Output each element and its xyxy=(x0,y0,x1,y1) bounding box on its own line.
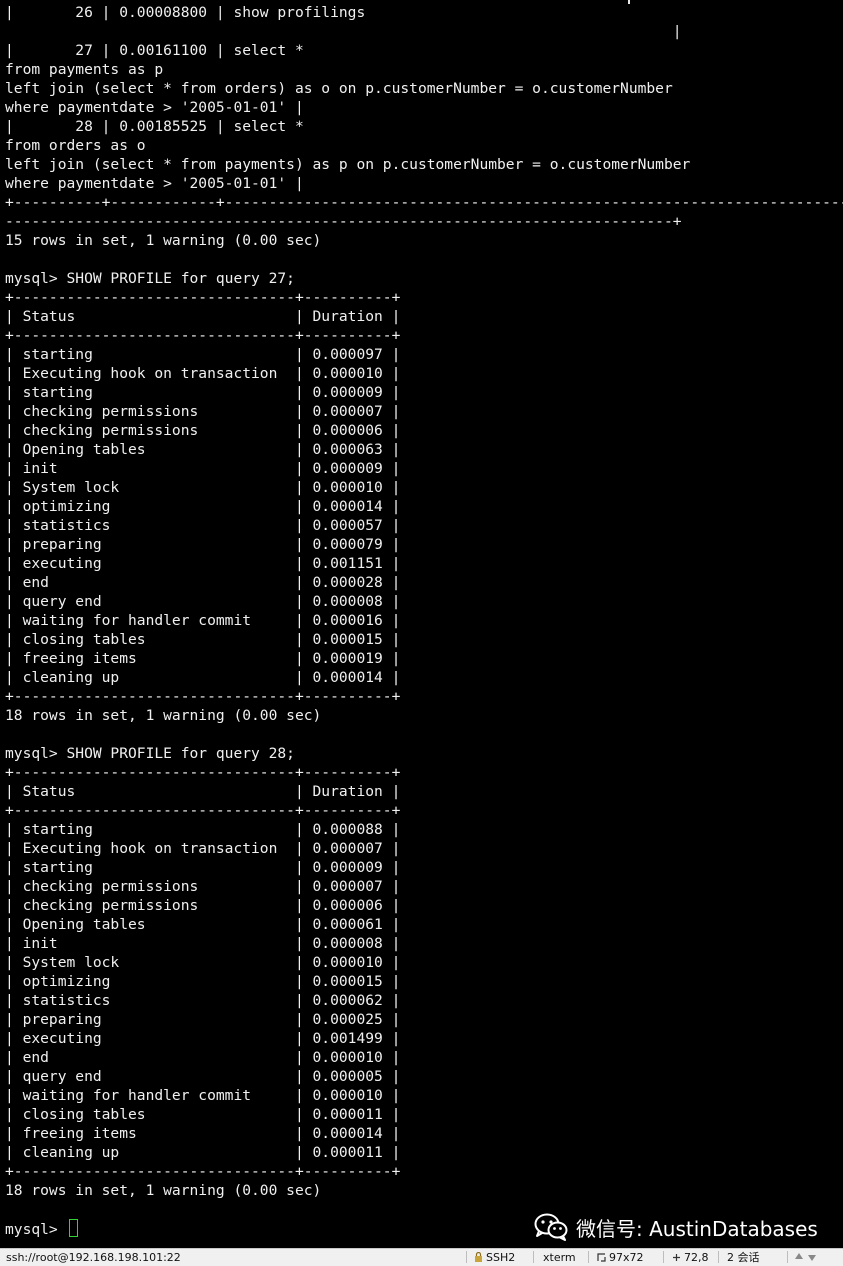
terminal-line: | checking permissions | 0.000007 | xyxy=(5,878,401,895)
terminal-line: | statistics | 0.000057 | xyxy=(5,517,401,534)
terminal-line: | System lock | 0.000010 | xyxy=(5,954,401,971)
terminal-line: | Opening tables | 0.000061 | xyxy=(5,916,401,933)
terminal-line: | starting | 0.000009 | xyxy=(5,384,401,401)
cursor-position-icon xyxy=(672,1252,681,1265)
terminal-line: | end | 0.000028 | xyxy=(5,574,401,591)
terminal-line: | preparing | 0.000079 | xyxy=(5,536,401,553)
wechat-icon xyxy=(534,1213,568,1241)
terminal-line: | init | 0.000009 | xyxy=(5,460,401,477)
terminal-line: +--------------------------------+------… xyxy=(5,327,401,344)
prompt-line[interactable]: mysql> xyxy=(5,1219,78,1238)
terminal-line: | System lock | 0.000010 | xyxy=(5,479,401,496)
terminal-line: 15 rows in set, 1 warning (0.00 sec) xyxy=(5,232,322,249)
status-divider xyxy=(663,1251,664,1263)
terminal-line: | preparing | 0.000025 | xyxy=(5,1011,401,1028)
terminal-line: +--------------------------------+------… xyxy=(5,289,401,306)
terminal-line: mysql> SHOW PROFILE for query 27; xyxy=(5,270,295,287)
cursor-position-label: 72,8 xyxy=(684,1251,709,1264)
terminal-line: ----------------------------------------… xyxy=(5,213,682,230)
terminal-line: where paymentdate > '2005-01-01' | xyxy=(5,175,304,192)
terminal-line: | query end | 0.000008 | xyxy=(5,593,401,610)
terminal-line: +----------+------------+---------------… xyxy=(5,194,843,211)
terminal-line: | starting | 0.000088 | xyxy=(5,821,401,838)
terminal-line: | cleaning up | 0.000014 | xyxy=(5,669,401,686)
status-divider xyxy=(588,1251,589,1263)
terminal-line: +--------------------------------+------… xyxy=(5,688,401,705)
status-sessions: 2 会话 xyxy=(727,1251,760,1264)
terminal-line: | starting | 0.000097 | xyxy=(5,346,401,363)
watermark-text: 微信号: AustinDatabases xyxy=(576,1216,818,1241)
status-divider xyxy=(533,1251,534,1263)
mysql-prompt: mysql> xyxy=(5,1221,67,1238)
terminal-line: | query end | 0.000005 | xyxy=(5,1068,401,1085)
status-divider xyxy=(466,1251,467,1263)
arrow-down-icon[interactable] xyxy=(807,1252,817,1265)
scroll-artifact xyxy=(628,0,630,4)
terminal-line: | checking permissions | 0.000007 | xyxy=(5,403,401,420)
terminal-line: | statistics | 0.000062 | xyxy=(5,992,401,1009)
size-label: 97x72 xyxy=(609,1251,644,1264)
terminal-line: | executing | 0.001499 | xyxy=(5,1030,401,1047)
terminal-line: | checking permissions | 0.000006 | xyxy=(5,897,401,914)
terminal-line: | closing tables | 0.000015 | xyxy=(5,631,401,648)
status-cursor-position: 72,8 xyxy=(672,1251,709,1265)
status-bar: ssh://root@192.168.198.101:22 SSH2 xterm… xyxy=(0,1248,843,1266)
terminal-line: | Opening tables | 0.000063 | xyxy=(5,441,401,458)
terminal-line: | cleaning up | 0.000011 | xyxy=(5,1144,401,1161)
terminal-line: left join (select * from orders) as o on… xyxy=(5,80,673,97)
terminal-line: | Status | Duration | xyxy=(5,783,401,800)
terminal-line: | 26 | 0.00008800 | show profilings xyxy=(5,4,366,21)
terminal-line: 18 rows in set, 1 warning (0.00 sec) xyxy=(5,1182,322,1199)
status-divider xyxy=(718,1251,719,1263)
terminal-line: | init | 0.000008 | xyxy=(5,935,401,952)
terminal-line: | freeing items | 0.000019 | xyxy=(5,650,401,667)
terminal-line: | starting | 0.000009 | xyxy=(5,859,401,876)
terminal-line: | xyxy=(5,23,682,40)
terminal-line: | Executing hook on transaction | 0.0000… xyxy=(5,365,401,382)
terminal-line: from orders as o xyxy=(5,137,146,154)
terminal-line: | optimizing | 0.000014 | xyxy=(5,498,401,515)
terminal-line: | checking permissions | 0.000006 | xyxy=(5,422,401,439)
protocol-label: SSH2 xyxy=(486,1251,516,1264)
terminal-line: from payments as p xyxy=(5,61,164,78)
terminal-line: left join (select * from payments) as p … xyxy=(5,156,691,173)
status-connection: ssh://root@192.168.198.101:22 xyxy=(6,1251,181,1264)
terminal-line: | waiting for handler commit | 0.000010 … xyxy=(5,1087,401,1104)
terminal-line: | freeing items | 0.000014 | xyxy=(5,1125,401,1142)
text-cursor[interactable] xyxy=(68,1219,78,1237)
terminal-line: 18 rows in set, 1 warning (0.00 sec) xyxy=(5,707,322,724)
status-nav-arrows xyxy=(794,1251,820,1265)
watermark: 微信号: AustinDatabases xyxy=(534,1212,818,1242)
terminal-line: | 28 | 0.00185525 | select * xyxy=(5,118,304,135)
terminal-line: | executing | 0.001151 | xyxy=(5,555,401,572)
status-divider xyxy=(787,1251,788,1263)
terminal-line: | end | 0.000010 | xyxy=(5,1049,401,1066)
terminal-line: where paymentdate > '2005-01-01' | xyxy=(5,99,304,116)
terminal-line: | Executing hook on transaction | 0.0000… xyxy=(5,840,401,857)
status-protocol: SSH2 xyxy=(474,1251,515,1265)
terminal-line: | optimizing | 0.000015 | xyxy=(5,973,401,990)
lock-icon xyxy=(474,1251,483,1265)
terminal-line: mysql> SHOW PROFILE for query 28; xyxy=(5,745,295,762)
terminal-line: | waiting for handler commit | 0.000016 … xyxy=(5,612,401,629)
terminal-line: +--------------------------------+------… xyxy=(5,802,401,819)
status-size: 97x72 xyxy=(597,1251,644,1265)
terminal-line: | 27 | 0.00161100 | select * xyxy=(5,42,304,59)
terminal-line: +--------------------------------+------… xyxy=(5,1163,401,1180)
arrow-up-icon[interactable] xyxy=(794,1252,804,1265)
terminal-line: | closing tables | 0.000011 | xyxy=(5,1106,401,1123)
resize-icon xyxy=(597,1252,606,1265)
terminal-line: | Status | Duration | xyxy=(5,308,401,325)
status-terminal-type: xterm xyxy=(543,1251,576,1264)
terminal-line: +--------------------------------+------… xyxy=(5,764,401,781)
terminal-window[interactable]: | 26 | 0.00008800 | show profilings | | 2… xyxy=(0,0,843,1248)
